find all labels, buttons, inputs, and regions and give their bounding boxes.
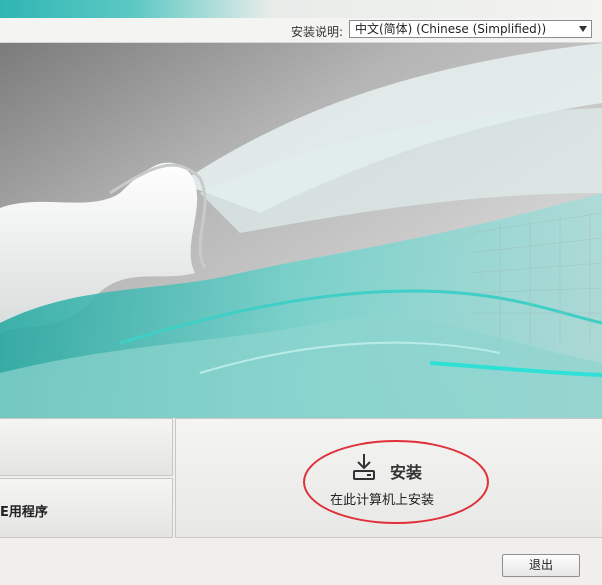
exit-button[interactable]: 退出 <box>502 554 580 577</box>
toolbar: 安装说明: 中文(简体) (Chinese (Simplified)) <box>0 18 602 43</box>
hero-artwork <box>0 43 602 418</box>
language-selected-value: 中文(简体) (Chinese (Simplified)) <box>355 22 547 36</box>
tile-top-left[interactable] <box>0 418 173 476</box>
language-dropdown[interactable]: 中文(简体) (Chinese (Simplified)) <box>349 20 592 38</box>
download-arrow-icon <box>353 454 375 480</box>
footer-bar: 退出 <box>0 540 602 585</box>
launcher-panel-area: E用程序 安装 在此计算机上安装 <box>0 418 602 540</box>
install-title: 安装 <box>390 463 423 482</box>
install-button[interactable]: 安装 在此计算机上安装 <box>175 418 602 538</box>
chevron-down-icon <box>579 26 587 32</box>
install-subtitle: 在此计算机上安装 <box>330 493 435 508</box>
hero-banner-image <box>0 43 602 418</box>
tile-applications-label: E用程序 <box>0 505 48 520</box>
window-top-strip <box>0 0 602 18</box>
tile-applications[interactable]: E用程序 <box>0 478 173 538</box>
language-label: 安装说明: <box>291 25 344 39</box>
